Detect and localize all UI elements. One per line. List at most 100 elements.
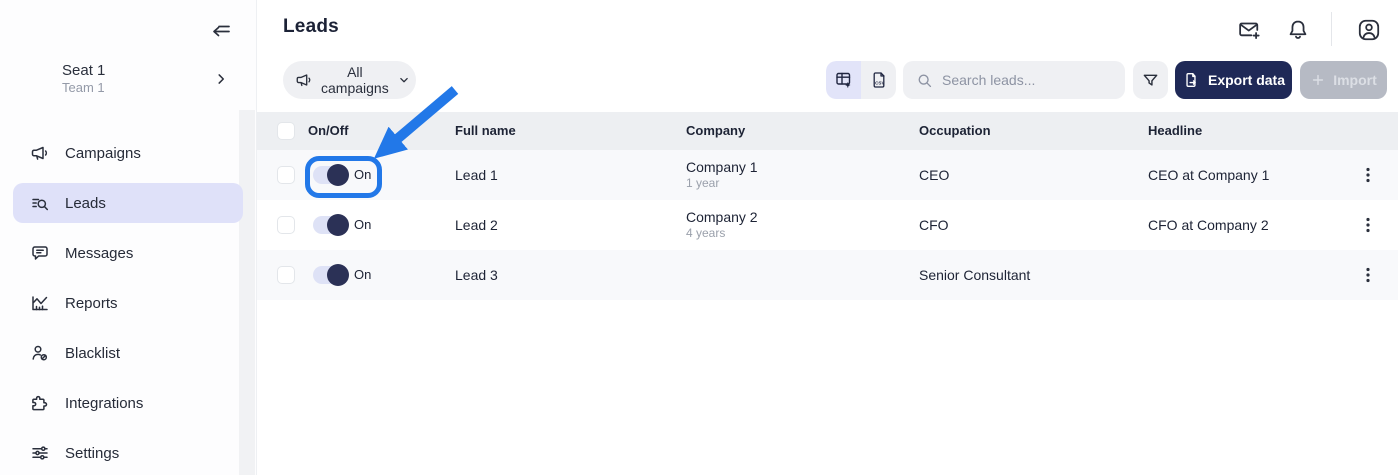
lead-name: Lead 3 xyxy=(455,250,498,300)
column-header-fullname: Full name xyxy=(455,112,516,150)
app-root: Seat 1 Team 1 Campaigns xyxy=(0,0,1398,475)
sidebar-nav: Campaigns Leads Messages xyxy=(0,128,256,475)
sidebar-item-label: Integrations xyxy=(65,395,143,412)
sidebar-item-label: Blacklist xyxy=(65,345,120,362)
chat-bubble-icon xyxy=(30,243,50,263)
file-export-icon xyxy=(1182,71,1200,89)
megaphone-icon xyxy=(30,143,50,163)
table-row: On Lead 2 Company 2 4 years CFO CFO at C… xyxy=(257,200,1398,250)
export-data-button[interactable]: Export data xyxy=(1175,61,1292,99)
sidebar-item-label: Reports xyxy=(65,295,118,312)
topbar-divider xyxy=(1331,12,1332,46)
sidebar-item-label: Campaigns xyxy=(65,145,141,162)
plus-icon xyxy=(1310,72,1326,88)
lead-onoff-toggle[interactable] xyxy=(313,266,347,284)
row-menu-button[interactable] xyxy=(1357,264,1379,286)
sidebar-item-campaigns[interactable]: Campaigns xyxy=(13,133,243,173)
lead-onoff-toggle[interactable] xyxy=(313,216,347,234)
bell-icon xyxy=(1285,17,1311,43)
sidebar-item-label: Messages xyxy=(65,245,133,262)
occupation-cell: CEO xyxy=(919,150,949,200)
leads-table: On/Off Full name Company Occupation Head… xyxy=(257,112,1398,300)
table-header-row: On/Off Full name Company Occupation Head… xyxy=(257,112,1398,150)
row-checkbox[interactable] xyxy=(277,266,295,284)
account-button[interactable] xyxy=(1356,17,1382,43)
toggle-state-label: On xyxy=(354,150,371,200)
company-name: Company 2 xyxy=(686,209,758,226)
occupation-cell: Senior Consultant xyxy=(919,250,1030,300)
kebab-icon xyxy=(1357,214,1379,236)
table-settings-icon xyxy=(834,70,854,90)
megaphone-icon xyxy=(295,71,313,89)
column-header-company: Company xyxy=(686,112,745,150)
sidebar-item-settings[interactable]: Settings xyxy=(13,433,243,473)
view-toggle-group: CSV xyxy=(826,61,896,99)
kebab-icon xyxy=(1357,264,1379,286)
company-tenure: 4 years xyxy=(686,226,758,241)
sidebar-item-label: Leads xyxy=(65,195,106,212)
table-row: On Lead 1 Company 1 1 year CEO CEO at Co… xyxy=(257,150,1398,200)
blocked-user-icon xyxy=(30,343,50,363)
csv-view-button[interactable]: CSV xyxy=(861,61,896,99)
import-button[interactable]: Import xyxy=(1300,61,1387,99)
company-tenure: 1 year xyxy=(686,176,758,191)
column-header-onoff: On/Off xyxy=(308,112,348,150)
lead-name: Lead 2 xyxy=(455,200,498,250)
lead-name: Lead 1 xyxy=(455,150,498,200)
chart-icon xyxy=(30,293,50,313)
new-message-button[interactable] xyxy=(1236,17,1262,43)
company-name: Company 1 xyxy=(686,159,758,176)
sidebar-item-integrations[interactable]: Integrations xyxy=(13,383,243,423)
sidebar: Seat 1 Team 1 Campaigns xyxy=(0,0,257,475)
toggle-knob xyxy=(327,164,349,186)
sidebar-item-reports[interactable]: Reports xyxy=(13,283,243,323)
search-container xyxy=(903,61,1125,99)
headline-cell: CEO at Company 1 xyxy=(1148,150,1269,200)
row-menu-button[interactable] xyxy=(1357,214,1379,236)
svg-text:CSV: CSV xyxy=(875,81,885,86)
sidebar-item-label: Settings xyxy=(65,445,119,462)
toggle-knob xyxy=(327,214,349,236)
table-view-button[interactable] xyxy=(826,61,861,99)
mail-plus-icon xyxy=(1236,17,1262,43)
lead-onoff-toggle[interactable] xyxy=(313,166,347,184)
collapse-sidebar-button[interactable] xyxy=(208,17,234,43)
select-all-checkbox[interactable] xyxy=(277,122,295,140)
toggle-state-label: On xyxy=(354,200,371,250)
chevron-right-icon xyxy=(212,70,230,88)
toggle-knob xyxy=(327,264,349,286)
puzzle-icon xyxy=(30,393,50,413)
sidebar-item-blacklist[interactable]: Blacklist xyxy=(13,333,243,373)
import-label: Import xyxy=(1333,72,1377,88)
search-input[interactable] xyxy=(942,72,1112,88)
notifications-button[interactable] xyxy=(1285,17,1311,43)
row-menu-button[interactable] xyxy=(1357,164,1379,186)
sidebar-item-messages[interactable]: Messages xyxy=(13,233,243,273)
company-cell: Company 1 1 year xyxy=(686,150,758,200)
company-cell: Company 2 4 years xyxy=(686,200,758,250)
headline-cell: CFO at Company 2 xyxy=(1148,200,1269,250)
campaign-filter-label: All campaigns xyxy=(321,64,389,96)
row-checkbox[interactable] xyxy=(277,216,295,234)
avatar-icon xyxy=(1356,17,1382,43)
export-data-label: Export data xyxy=(1208,72,1285,88)
seat-title: Seat 1 xyxy=(62,62,105,79)
seat-selector[interactable]: Seat 1 Team 1 xyxy=(0,60,256,100)
page-title: Leads xyxy=(283,16,339,38)
leads-search-icon xyxy=(30,193,50,213)
collapse-sidebar-icon xyxy=(208,17,234,43)
search-icon xyxy=(916,72,933,89)
filter-button[interactable] xyxy=(1133,61,1168,99)
campaign-filter-dropdown[interactable]: All campaigns xyxy=(283,61,416,99)
chevron-down-icon xyxy=(397,73,411,87)
column-header-occupation: Occupation xyxy=(919,112,991,150)
csv-file-icon: CSV xyxy=(869,70,889,90)
sidebar-item-leads[interactable]: Leads xyxy=(13,183,243,223)
toggle-state-label: On xyxy=(354,250,371,300)
table-row: On Lead 3 Senior Consultant xyxy=(257,250,1398,300)
seat-subtitle: Team 1 xyxy=(62,80,105,95)
row-checkbox[interactable] xyxy=(277,166,295,184)
occupation-cell: CFO xyxy=(919,200,949,250)
sliders-icon xyxy=(30,443,50,463)
funnel-icon xyxy=(1141,71,1160,90)
